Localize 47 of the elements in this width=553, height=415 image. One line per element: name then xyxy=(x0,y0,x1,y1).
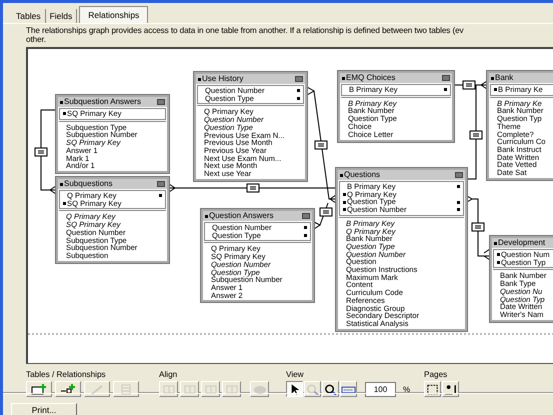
join-icon[interactable] xyxy=(472,222,484,232)
table-marker-icon xyxy=(491,76,494,80)
join-icon[interactable] xyxy=(34,148,48,156)
print-button[interactable]: Print... xyxy=(11,402,77,415)
description-text: The relationships graph provides access to data in one table from another. If a relationship is defined between two tables (ev xyxy=(26,26,465,35)
description-text: other. xyxy=(26,35,47,44)
ellipse-icon xyxy=(252,384,268,394)
toolbar-button[interactable] xyxy=(286,381,303,397)
table-title: Subquestion Answers xyxy=(64,98,142,106)
align-icon xyxy=(224,384,240,394)
table-title: Questions xyxy=(344,171,382,179)
join-icon[interactable] xyxy=(462,80,476,90)
table-title: Development xyxy=(498,239,546,247)
zoom-in-icon xyxy=(305,384,320,394)
table-title: Use History xyxy=(202,75,244,83)
align-icon xyxy=(182,384,198,394)
toolbar-group-label: View xyxy=(286,370,305,380)
table-marker-icon xyxy=(340,174,343,176)
join-icon[interactable] xyxy=(314,140,328,150)
table-title: Bank xyxy=(495,74,514,82)
align-icon xyxy=(202,384,218,394)
toolbar-group-label: Pages xyxy=(424,370,448,380)
table-marker-icon xyxy=(60,182,63,186)
table-title: EMQ Choices xyxy=(346,74,396,82)
fit-window-icon xyxy=(341,384,356,394)
table-marker-icon xyxy=(198,78,201,80)
tab[interactable]: Relationships xyxy=(79,6,148,23)
page-icon xyxy=(425,384,440,394)
table-marker-icon xyxy=(205,214,208,218)
add-relationship-icon xyxy=(60,384,76,394)
table-title: Subquestions xyxy=(64,180,114,188)
toolbar-group-label: Align xyxy=(159,370,178,380)
toolbar-group-label: Tables / Relationships xyxy=(26,370,107,380)
relationship-line xyxy=(466,196,490,260)
table-marker-icon xyxy=(494,242,497,244)
table-title: Question Answers xyxy=(209,212,274,220)
zoom-field[interactable]: 100 xyxy=(365,382,396,396)
zoom-unit: % xyxy=(403,384,410,394)
table-box[interactable] xyxy=(336,168,467,331)
pencil-icon xyxy=(89,384,105,394)
join-icon[interactable] xyxy=(470,130,482,140)
join-icon[interactable] xyxy=(246,184,260,192)
align-icon xyxy=(160,384,176,394)
zoom-out-icon xyxy=(323,384,338,394)
join-icon[interactable] xyxy=(320,208,332,216)
table-marker-icon xyxy=(342,76,345,80)
table-marker-icon xyxy=(60,100,63,104)
